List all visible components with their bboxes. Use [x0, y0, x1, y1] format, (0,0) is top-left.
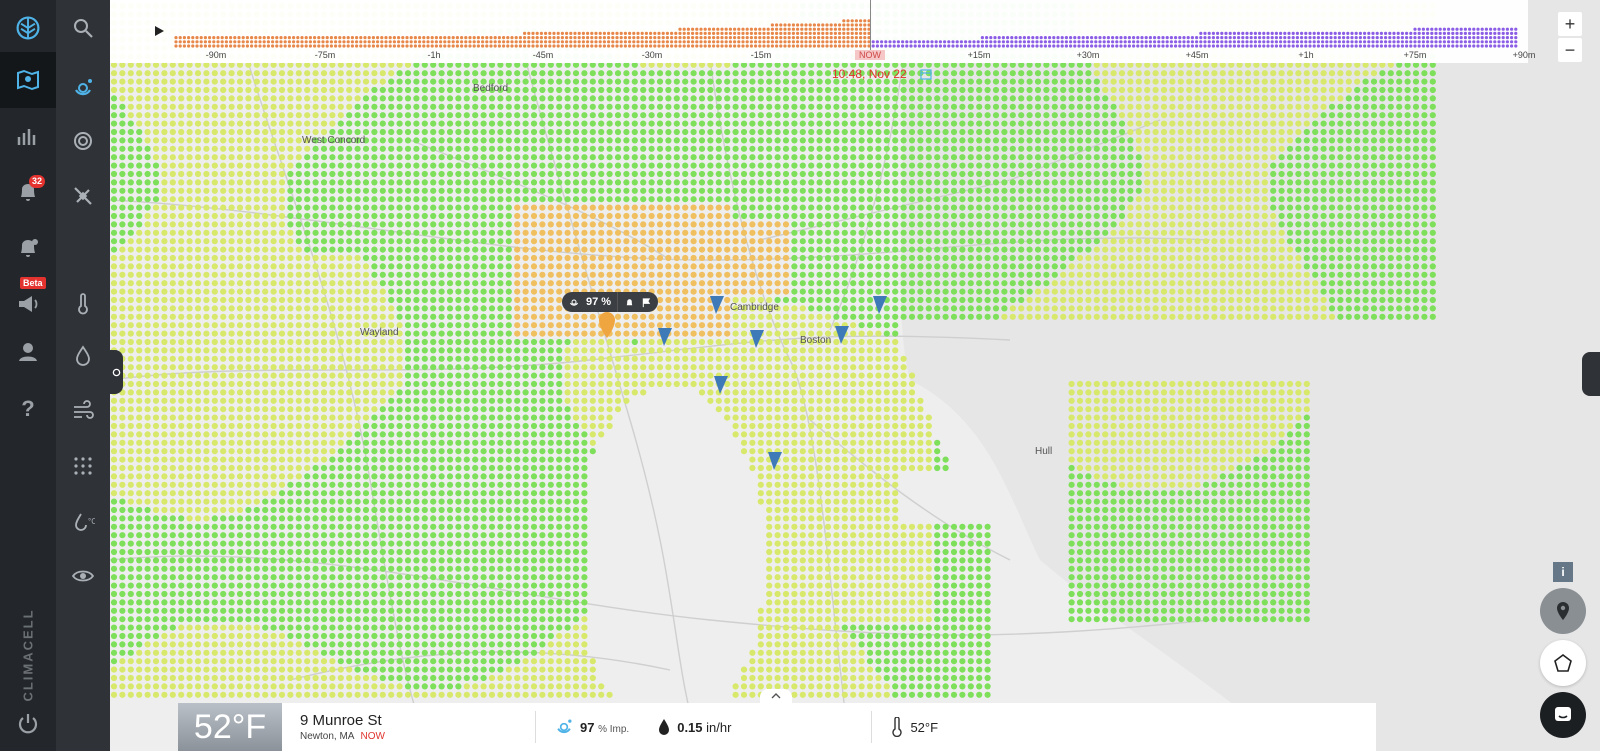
map-icon[interactable] [0, 52, 56, 108]
climacell-wordmark: CLIMACELL [20, 608, 36, 702]
grid-icon[interactable] [56, 438, 110, 494]
satellite-icon[interactable] [56, 168, 110, 224]
alerts-badge: 32 [29, 175, 46, 188]
visibility-icon[interactable] [56, 548, 110, 604]
chart-icon[interactable] [0, 108, 56, 164]
dewpoint-icon[interactable]: °C [56, 494, 110, 550]
radar-icon[interactable] [56, 113, 110, 169]
climacell-logo-icon[interactable] [0, 0, 56, 56]
beta-badge: Beta [20, 277, 46, 289]
main-nav-rail: 32 Beta ? CLIMACELL [0, 0, 56, 751]
weather-map[interactable]: Bedford West Concord Wayland Cambridge B… [110, 0, 1600, 751]
precipitation-icon[interactable] [56, 60, 110, 116]
alert-settings-icon[interactable] [0, 220, 56, 276]
temperature-icon[interactable] [56, 276, 110, 332]
wind-icon[interactable] [56, 382, 110, 438]
user-icon[interactable] [0, 324, 56, 380]
alerts-icon[interactable]: 32 [0, 164, 56, 220]
help-icon[interactable]: ? [0, 380, 56, 436]
power-icon[interactable] [0, 695, 56, 751]
search-icon[interactable] [56, 0, 110, 56]
humidity-icon[interactable] [56, 328, 110, 384]
layer-rail: °C [56, 0, 110, 751]
